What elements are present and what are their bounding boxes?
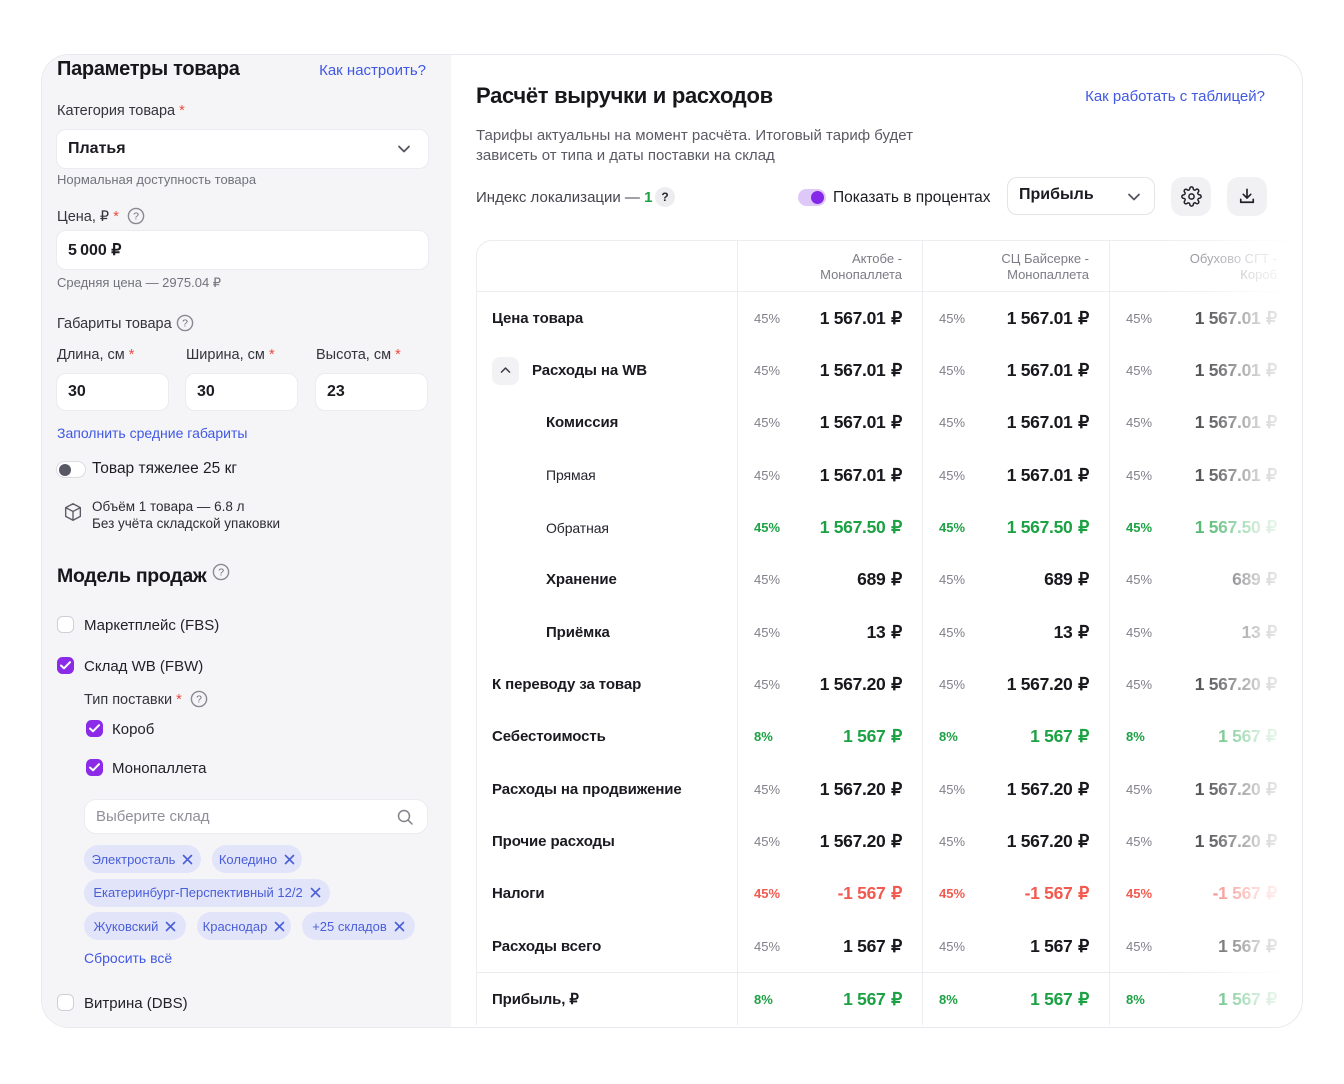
svg-text:?: ? bbox=[133, 211, 139, 223]
svg-text:?: ? bbox=[196, 694, 202, 706]
svg-text:?: ? bbox=[182, 318, 188, 330]
svg-text:?: ? bbox=[218, 567, 224, 579]
